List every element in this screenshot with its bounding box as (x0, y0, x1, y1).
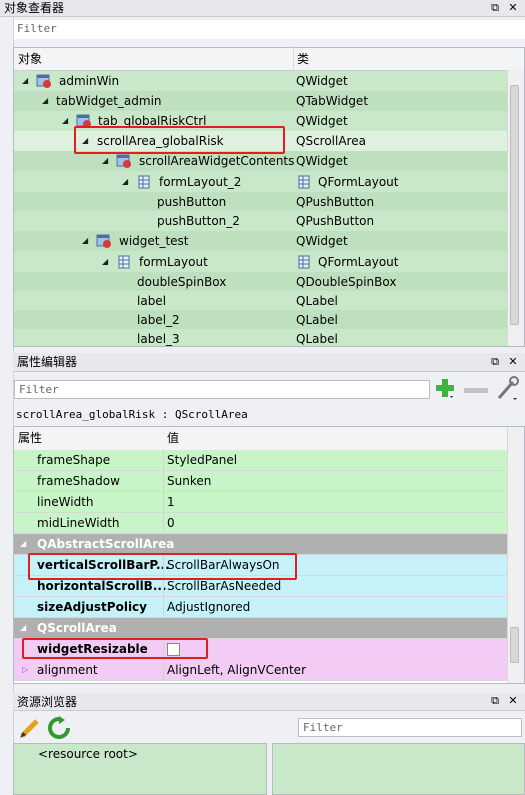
configure-wrench-icon[interactable] (495, 376, 519, 402)
expand-arrow-icon[interactable]: ◢ (20, 618, 26, 638)
form-layout-icon (298, 255, 314, 269)
resource-browser-titlebar: 资源浏览器 ⧉ ✕ (13, 693, 525, 711)
close-icon[interactable]: ✕ (505, 0, 521, 16)
object-inspector-titlebar: 对象查看器 ⧉ ✕ (0, 0, 525, 17)
expand-arrow-icon[interactable]: ◢ (102, 151, 108, 171)
property-context-label: scrollArea_globalRisk : QScrollArea (16, 408, 248, 421)
highlight-box (28, 553, 297, 580)
tree-row[interactable]: ◢ scrollAreaWidgetContents QWidget (14, 151, 507, 171)
object-inspector-title: 对象查看器 (4, 1, 65, 15)
tree-row[interactable]: pushButton_2 QPushButton (14, 211, 507, 231)
tree-row[interactable]: label_2 QLabel (14, 310, 507, 330)
float-icon[interactable]: ⧉ (487, 693, 503, 709)
object-tree-header: 对象 类 (14, 48, 524, 71)
form-layout-icon (118, 255, 134, 269)
property-row[interactable]: midLineWidth 0 (14, 513, 507, 534)
resource-filter-input[interactable]: Filter (298, 718, 522, 737)
expand-arrow-icon[interactable]: ◢ (102, 252, 108, 272)
tree-row[interactable]: ◢ adminWin QWidget (14, 71, 507, 91)
property-group-header[interactable]: ◢ QScrollArea (14, 618, 507, 639)
resource-root-item[interactable]: <resource root> (38, 747, 138, 761)
widget-icon (36, 74, 52, 88)
expand-arrow-icon[interactable]: ◢ (62, 111, 68, 131)
property-row[interactable]: frameShadow Sunken (14, 471, 507, 492)
property-editor-titlebar: 属性编辑器 ⧉ ✕ (13, 353, 525, 372)
tree-row[interactable]: pushButton QPushButton (14, 192, 507, 212)
object-tree-scrollbar[interactable] (507, 70, 524, 346)
object-filter-input[interactable]: Filter (13, 20, 525, 39)
widget-icon (116, 154, 132, 168)
property-editor-title: 属性编辑器 (17, 355, 78, 369)
expand-arrow-icon[interactable]: ◢ (122, 172, 128, 192)
edit-resources-pencil-icon[interactable] (18, 716, 42, 740)
tree-row[interactable]: ◢ tabWidget_admin QTabWidget (14, 91, 507, 111)
tree-row[interactable]: ◢ formLayout_2 QFormLayout (14, 172, 507, 192)
expand-arrow-icon[interactable]: ▷ (22, 660, 28, 680)
highlight-box (22, 638, 208, 659)
highlight-box (74, 126, 285, 154)
expand-arrow-icon[interactable]: ◢ (20, 534, 26, 554)
float-icon[interactable]: ⧉ (487, 354, 503, 370)
resource-browser-title: 资源浏览器 (17, 695, 78, 709)
remove-property-icon[interactable] (464, 388, 488, 393)
col-value-header[interactable]: 值 (167, 427, 179, 450)
property-table-header: 属性 值 (14, 427, 507, 451)
expand-arrow-icon[interactable]: ◢ (42, 91, 48, 111)
tree-row[interactable]: ◢ widget_test QWidget (14, 231, 507, 251)
property-group-header[interactable]: ◢ QAbstractScrollArea (14, 534, 507, 555)
scrollbar-thumb[interactable] (510, 85, 519, 325)
tree-row[interactable]: ◢ formLayout QFormLayout (14, 252, 507, 272)
property-filter-input[interactable]: Filter (14, 380, 430, 399)
property-row[interactable]: lineWidth 1 (14, 492, 507, 513)
col-object-header[interactable]: 对象 (18, 48, 42, 70)
tree-row[interactable]: label QLabel (14, 291, 507, 311)
close-icon[interactable]: ✕ (505, 693, 521, 709)
widget-icon (96, 234, 112, 248)
property-row[interactable]: ▷ alignment AlignLeft, AlignVCenter (14, 660, 507, 681)
property-table-scrollbar[interactable] (507, 427, 524, 683)
scrollbar-thumb[interactable] (510, 627, 519, 663)
reload-icon[interactable] (47, 716, 71, 740)
expand-arrow-icon[interactable]: ◢ (22, 71, 28, 91)
expand-arrow-icon[interactable]: ◢ (82, 231, 88, 251)
tree-row[interactable]: doubleSpinBox QDoubleSpinBox (14, 272, 507, 292)
resource-list (272, 743, 525, 795)
add-property-icon[interactable] (434, 376, 456, 400)
form-layout-icon (138, 175, 154, 189)
close-icon[interactable]: ✕ (505, 354, 521, 370)
resource-tree: <resource root> (13, 743, 267, 795)
property-row[interactable]: sizeAdjustPolicy AdjustIgnored (14, 597, 507, 618)
property-row[interactable]: frameShape StyledPanel (14, 450, 507, 471)
float-icon[interactable]: ⧉ (487, 0, 503, 16)
form-layout-icon (298, 175, 314, 189)
tree-row[interactable]: label_3 QLabel (14, 329, 507, 346)
col-class-header[interactable]: 类 (297, 48, 309, 70)
left-dock-strip (0, 17, 14, 795)
col-prop-header[interactable]: 属性 (18, 427, 42, 450)
